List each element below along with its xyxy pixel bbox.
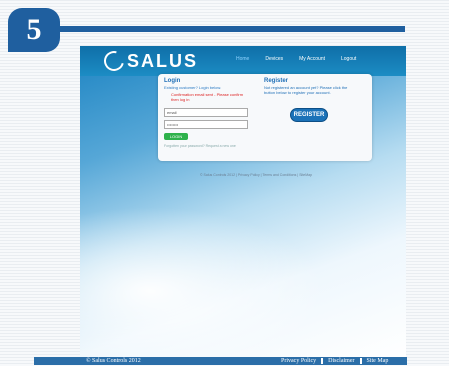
step-number-badge: 5 <box>8 8 60 52</box>
salus-logo-text: SALUS <box>127 50 199 71</box>
forgot-password-link[interactable]: Forgotten your password? Request a new o… <box>164 144 258 148</box>
salus-logo[interactable]: SALUS <box>100 47 199 75</box>
privacy-policy-link[interactable]: Privacy Policy <box>281 357 324 365</box>
site-nav: Home Devices My Account Logout <box>236 56 356 62</box>
footer-copyright: © Salus Controls 2012 <box>86 358 141 364</box>
site-footer-text: © Salus Controls 2012 | Privacy Policy |… <box>200 173 313 177</box>
register-description: Not registered an account yet? Please cl… <box>264 85 348 95</box>
login-column: Login Existing customer? Login below. Co… <box>164 78 258 148</box>
register-column: Register Not registered an account yet? … <box>264 78 366 122</box>
website-screenshot: SALUS Home Devices My Account Logout Log… <box>80 46 406 357</box>
register-title: Register <box>264 78 289 84</box>
nav-logout[interactable]: Logout <box>341 56 356 62</box>
confirmation-message: Confirmation email sent - Please confirm… <box>171 92 244 102</box>
nav-devices[interactable]: Devices <box>265 56 283 62</box>
login-title: Login <box>164 78 181 84</box>
footer-links: Privacy Policy Disclaimer Site Map <box>281 357 394 365</box>
site-map-link[interactable]: Site Map <box>367 357 395 365</box>
top-accent-bar <box>60 26 405 32</box>
register-button[interactable]: REGISTER <box>290 108 328 122</box>
email-field[interactable]: email <box>164 108 248 117</box>
disclaimer-link[interactable]: Disclaimer <box>328 357 362 365</box>
nav-my-account[interactable]: My Account <box>299 56 325 62</box>
password-field[interactable]: •••••••• <box>164 120 248 129</box>
nav-home[interactable]: Home <box>236 56 249 62</box>
login-register-panel: Login Existing customer? Login below. Co… <box>158 74 372 161</box>
salus-logo-mark-icon <box>100 47 128 75</box>
login-button[interactable]: LOGIN <box>164 133 188 140</box>
login-subtitle: Existing customer? Login below. <box>164 85 222 90</box>
footer-bar: © Salus Controls 2012 Privacy Policy Dis… <box>34 357 407 365</box>
